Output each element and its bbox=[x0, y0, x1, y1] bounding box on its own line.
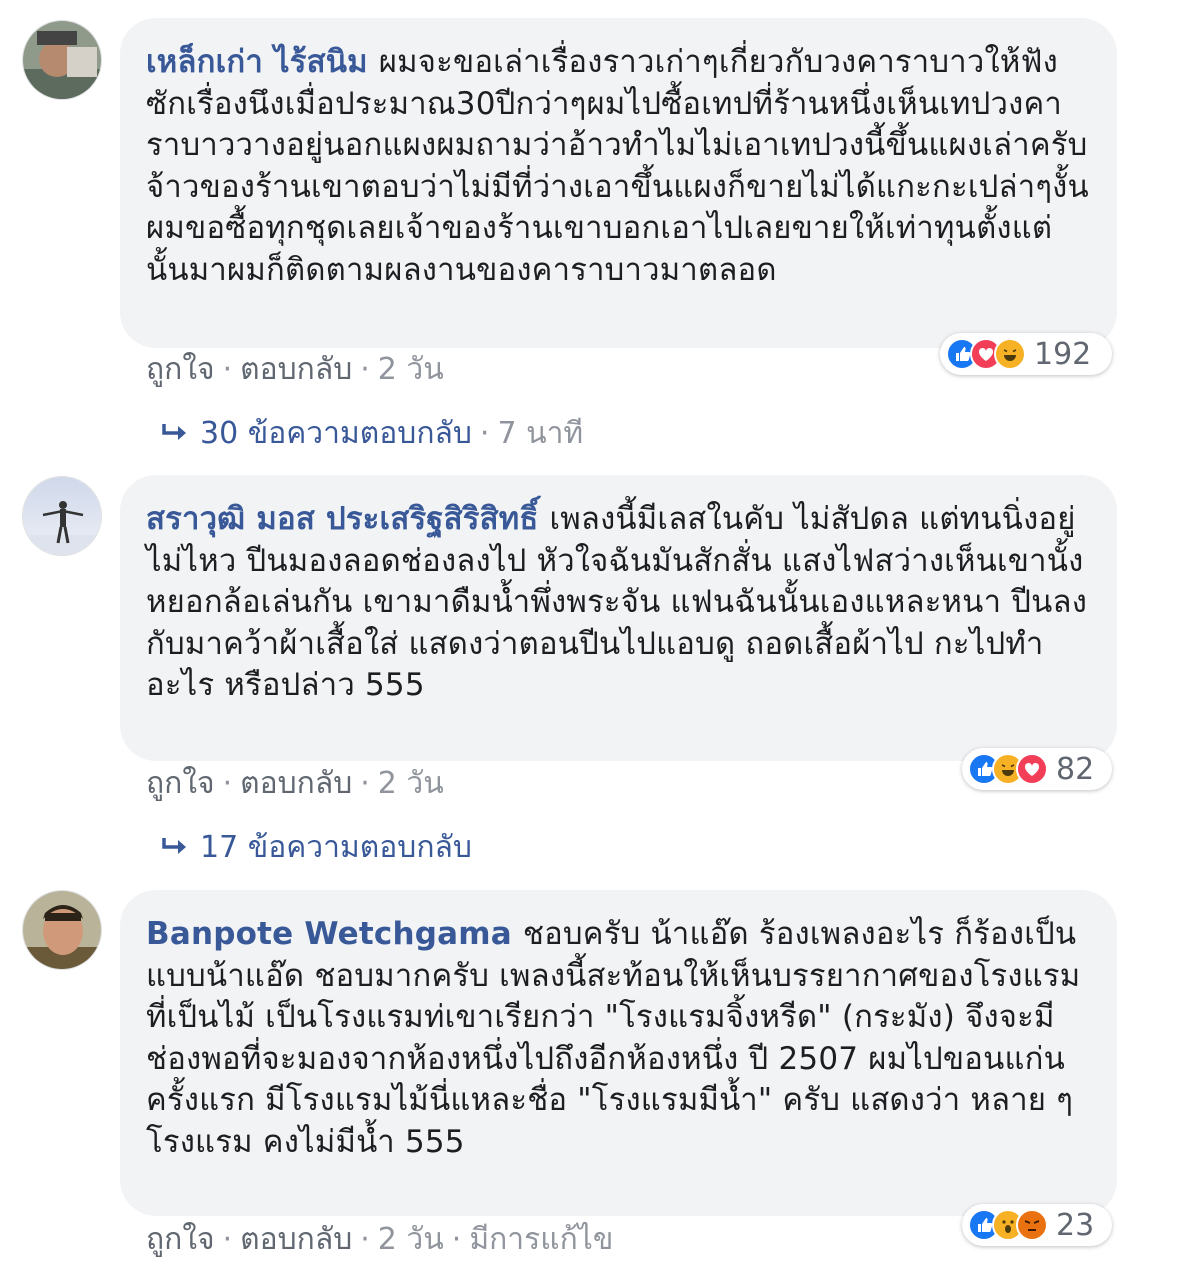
separator-dot: · bbox=[222, 352, 233, 387]
avatar[interactable] bbox=[22, 890, 102, 970]
like-link[interactable]: ถูกใจ bbox=[146, 766, 215, 801]
reply-link[interactable]: ตอบกลับ bbox=[240, 766, 352, 801]
reaction-count: 82 bbox=[1056, 751, 1095, 787]
comment-bubble: เหล็กเก่า ไร้สนิม ผมจะขอเล่าเรื่องราวเก่… bbox=[120, 18, 1117, 348]
timestamp[interactable]: 2 วัน bbox=[378, 766, 444, 801]
reaction-summary[interactable]: 192 bbox=[940, 333, 1112, 375]
comment-bubble: สราวุฒิ มอส ประเสริฐสิริสิทธิ์ เพลงนี้มี… bbox=[120, 475, 1117, 761]
comment-text: ชอบครับ น้าแอ๊ด ร้องเพลงอะไร ก็ร้องเป็นแ… bbox=[146, 916, 1081, 1160]
comment-text: ผมจะขอเล่าเรื่องราวเก่าๆเกี่ยวกับวงคาราบ… bbox=[146, 44, 1089, 288]
comment-bubble: Banpote Wetchgama ชอบครับ น้าแอ๊ด ร้องเพ… bbox=[120, 890, 1117, 1216]
love-icon bbox=[1016, 753, 1048, 785]
angry-icon bbox=[1016, 1209, 1048, 1241]
reaction-count: 23 bbox=[1056, 1207, 1095, 1243]
like-link[interactable]: ถูกใจ bbox=[146, 1222, 215, 1257]
replies-count[interactable]: 30 ข้อความตอบกลับ bbox=[200, 416, 472, 451]
separator-dot: · bbox=[360, 352, 370, 387]
reaction-summary[interactable]: 23 bbox=[962, 1204, 1112, 1246]
replies-count[interactable]: 17 ข้อความตอบกลับ bbox=[200, 830, 472, 865]
avatar[interactable] bbox=[22, 476, 102, 556]
separator-dot: · bbox=[360, 766, 370, 801]
reaction-summary[interactable]: 82 bbox=[962, 748, 1112, 790]
avatar[interactable] bbox=[22, 20, 102, 100]
haha-icon bbox=[994, 338, 1026, 370]
separator-dot: · bbox=[451, 1222, 462, 1257]
separator-dot: · bbox=[222, 1222, 233, 1257]
replies-time: 7 นาที bbox=[497, 416, 584, 451]
separator-dot: · bbox=[360, 1222, 370, 1257]
reply-link[interactable]: ตอบกลับ bbox=[240, 1222, 352, 1257]
view-replies-link[interactable]: 30 ข้อความตอบกลับ · 7 นาที bbox=[160, 414, 583, 454]
timestamp[interactable]: 2 วัน bbox=[378, 352, 444, 387]
comment-actions: ถูกใจ · ตอบกลับ · 2 วัน bbox=[146, 764, 444, 804]
comment-author[interactable]: เหล็กเก่า ไร้สนิม bbox=[146, 44, 379, 80]
comment-author[interactable]: สราวุฒิ มอส ประเสริฐสิริสิทธิ์ bbox=[146, 501, 549, 537]
reply-arrow-icon bbox=[160, 828, 200, 868]
reply-arrow-icon bbox=[160, 414, 200, 454]
comment-actions: ถูกใจ · ตอบกลับ · 2 วัน · มีการแก้ไข bbox=[146, 1220, 613, 1260]
view-replies-link[interactable]: 17 ข้อความตอบกลับ bbox=[160, 828, 472, 868]
reply-link[interactable]: ตอบกลับ bbox=[240, 352, 352, 387]
reaction-count: 192 bbox=[1034, 336, 1092, 372]
comment-actions: ถูกใจ · ตอบกลับ · 2 วัน bbox=[146, 350, 444, 390]
timestamp[interactable]: 2 วัน bbox=[378, 1222, 444, 1257]
separator-dot: · bbox=[222, 766, 233, 801]
edited-label[interactable]: มีการแก้ไข bbox=[469, 1222, 613, 1257]
comment-author[interactable]: Banpote Wetchgama bbox=[146, 916, 523, 952]
like-link[interactable]: ถูกใจ bbox=[146, 352, 215, 387]
separator-dot: · bbox=[479, 416, 490, 451]
